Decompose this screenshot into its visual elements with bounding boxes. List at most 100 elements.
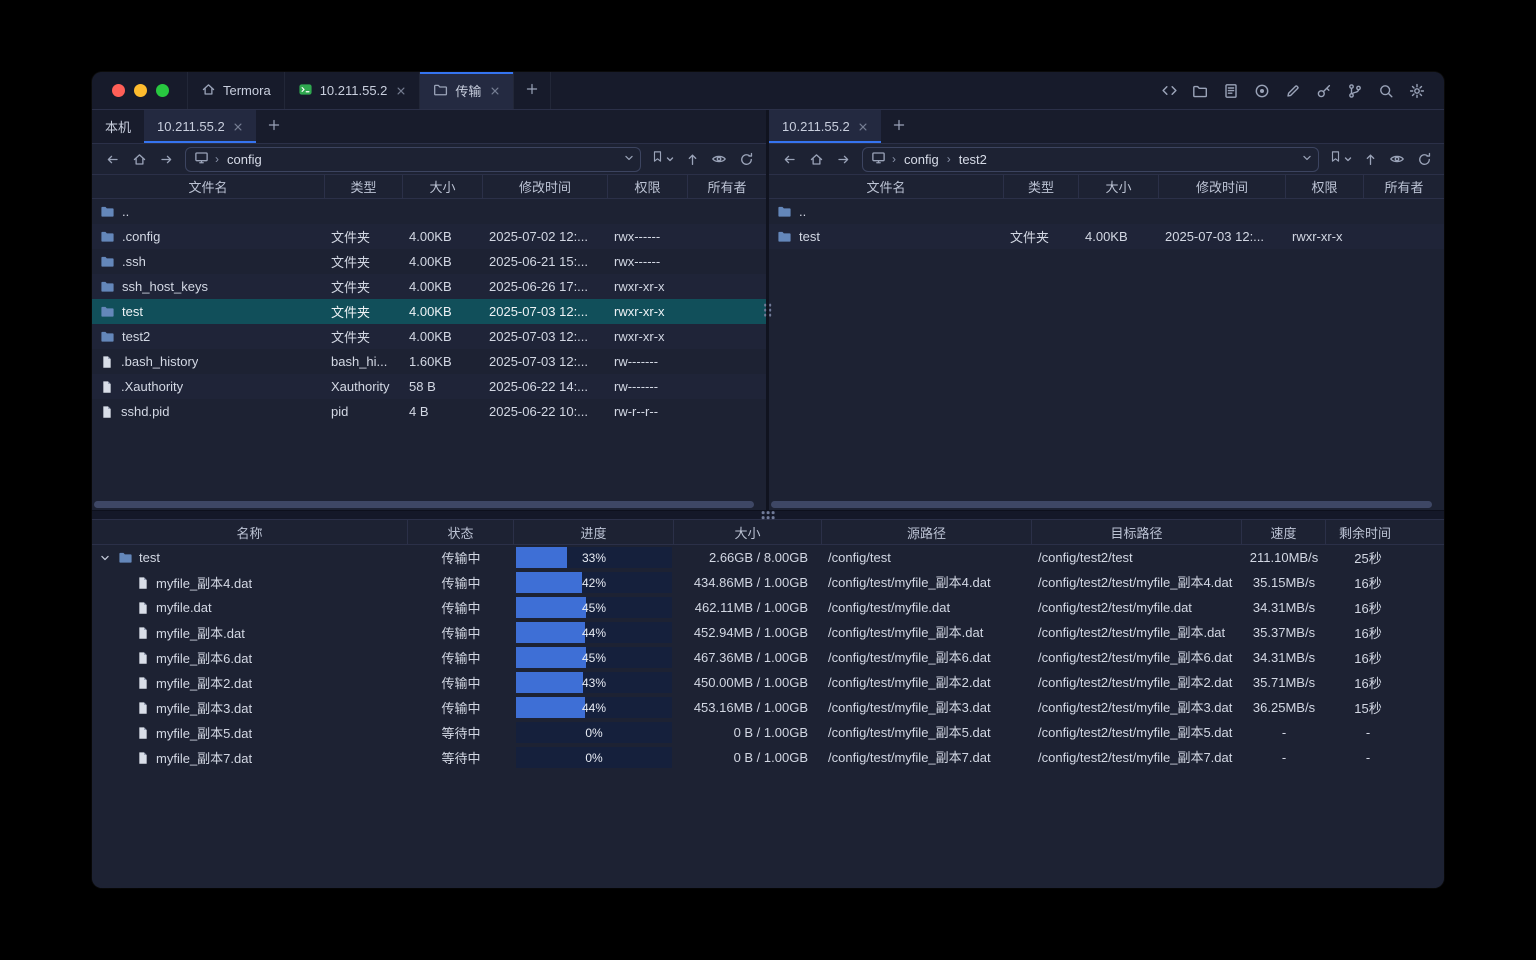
zoom-window-button[interactable] [156, 84, 169, 97]
show-hidden-icon[interactable] [1384, 147, 1410, 171]
file-row[interactable]: test文件夹4.00KB2025-07-03 12:...rwxr-xr-x [92, 299, 766, 324]
record-icon[interactable] [1249, 78, 1275, 104]
transfer-progress-cell: 0% [514, 720, 674, 745]
expand-chevron-icon[interactable] [98, 551, 112, 565]
tab-local-machine[interactable]: 本机 [92, 110, 144, 143]
column-header-size[interactable]: 大小 [674, 520, 822, 544]
forward-icon[interactable] [153, 147, 179, 171]
edit-icon[interactable] [1280, 78, 1306, 104]
close-icon[interactable] [858, 122, 868, 132]
file-row[interactable]: .. [769, 199, 1444, 224]
home-icon[interactable] [803, 147, 829, 171]
file-row[interactable]: .ssh文件夹4.00KB2025-06-21 15:...rwx------ [92, 249, 766, 274]
parent-dir-icon[interactable] [679, 147, 705, 171]
traffic-lights [92, 72, 187, 109]
back-icon[interactable] [776, 147, 802, 171]
column-header-type[interactable]: 类型 [1004, 175, 1079, 198]
column-header-filename[interactable]: 文件名 [769, 175, 1004, 198]
refresh-icon[interactable] [733, 147, 759, 171]
back-icon[interactable] [99, 147, 125, 171]
tab-remote-host[interactable]: 10.211.55.2 [144, 110, 256, 143]
search-icon[interactable] [1373, 78, 1399, 104]
file-row[interactable]: .XauthorityXauthority58 B2025-06-22 14:.… [92, 374, 766, 399]
file-icon [136, 676, 150, 690]
log-icon[interactable] [1218, 78, 1244, 104]
transfer-row[interactable]: myfile_副本.dat传输中44%452.94MB / 1.00GB/con… [92, 620, 1444, 645]
home-icon[interactable] [126, 147, 152, 171]
horizontal-scrollbar[interactable] [771, 501, 1432, 508]
breadcrumb-segment[interactable]: test2 [957, 151, 989, 168]
tab-ssh-session[interactable]: 10.211.55.2 [285, 72, 421, 109]
column-header-filename[interactable]: 文件名 [92, 175, 325, 198]
transfer-row[interactable]: myfile_副本5.dat等待中0%0 B / 1.00GB/config/t… [92, 720, 1444, 745]
column-header-permissions[interactable]: 权限 [1286, 175, 1364, 198]
breadcrumb-segment[interactable]: config [225, 151, 264, 168]
code-icon[interactable] [1156, 78, 1182, 104]
transfer-status-cell: 传输中 [408, 698, 514, 717]
new-file-tab-button[interactable] [881, 110, 917, 143]
show-hidden-icon[interactable] [706, 147, 732, 171]
column-header-speed[interactable]: 速度 [1242, 520, 1326, 544]
close-icon[interactable] [396, 86, 406, 96]
file-row[interactable]: ssh_host_keys文件夹4.00KB2025-06-26 17:...r… [92, 274, 766, 299]
path-bar[interactable]: ›config›test2 [862, 147, 1319, 172]
folder-icon[interactable] [1187, 78, 1213, 104]
close-window-button[interactable] [112, 84, 125, 97]
parent-dir-icon[interactable] [1357, 147, 1383, 171]
column-header-size[interactable]: 大小 [1079, 175, 1159, 198]
column-header-owner[interactable]: 所有者 [1364, 175, 1444, 198]
path-bar[interactable]: ›config [185, 147, 641, 172]
horizontal-splitter[interactable] [92, 510, 1444, 520]
file-row[interactable]: .. [92, 199, 766, 224]
transfer-row[interactable]: myfile_副本3.dat传输中44%453.16MB / 1.00GB/co… [92, 695, 1444, 720]
chevron-down-icon[interactable] [1300, 151, 1314, 168]
column-header-source-path[interactable]: 源路径 [822, 520, 1032, 544]
transfer-source-cell: /config/test/myfile_副本6.dat [822, 645, 1032, 670]
file-icon [136, 601, 150, 615]
column-header-status[interactable]: 状态 [408, 520, 514, 544]
column-header-type[interactable]: 类型 [325, 175, 403, 198]
branch-icon[interactable] [1342, 78, 1368, 104]
column-header-modified[interactable]: 修改时间 [1159, 175, 1286, 198]
settings-icon[interactable] [1404, 78, 1430, 104]
key-icon[interactable] [1311, 78, 1337, 104]
column-header-name[interactable]: 名称 [92, 520, 408, 544]
tab-termora[interactable]: Termora [187, 72, 285, 109]
file-row[interactable]: .config文件夹4.00KB2025-07-02 12:...rwx----… [92, 224, 766, 249]
transfer-row[interactable]: myfile.dat传输中45%462.11MB / 1.00GB/config… [92, 595, 1444, 620]
horizontal-scrollbar[interactable] [94, 501, 754, 508]
file-row[interactable]: sshd.pidpid4 B2025-06-22 10:...rw-r--r-- [92, 399, 766, 424]
breadcrumb-segment[interactable]: config [902, 151, 941, 168]
transfer-row[interactable]: test传输中33%2.66GB / 8.00GB/config/test/co… [92, 545, 1444, 570]
minimize-window-button[interactable] [134, 84, 147, 97]
column-header-size[interactable]: 大小 [403, 175, 483, 198]
tab-transfer[interactable]: 传输 [420, 72, 514, 109]
column-header-modified[interactable]: 修改时间 [483, 175, 608, 198]
bookmark-button[interactable] [1325, 147, 1356, 171]
refresh-icon[interactable] [1411, 147, 1437, 171]
bookmark-button[interactable] [647, 147, 678, 171]
new-file-tab-button[interactable] [256, 110, 292, 143]
transfer-row[interactable]: myfile_副本6.dat传输中45%467.36MB / 1.00GB/co… [92, 645, 1444, 670]
chevron-down-icon[interactable] [622, 151, 636, 168]
file-table-header: 文件名 类型 大小 修改时间 权限 所有者 [92, 174, 766, 199]
close-icon[interactable] [233, 122, 243, 132]
column-header-remaining[interactable]: 剩余时间 [1326, 520, 1444, 544]
progress-label: 0% [516, 747, 672, 768]
tab-remote-host[interactable]: 10.211.55.2 [769, 110, 881, 143]
file-row[interactable]: test文件夹4.00KB2025-07-03 12:...rwxr-xr-x [769, 224, 1444, 249]
close-icon[interactable] [490, 86, 500, 96]
forward-icon[interactable] [830, 147, 856, 171]
transfer-icon [433, 82, 448, 100]
file-row[interactable]: .bash_historybash_hi...1.60KB2025-07-03 … [92, 349, 766, 374]
new-tab-button[interactable] [514, 72, 551, 109]
column-header-permissions[interactable]: 权限 [608, 175, 688, 198]
transfer-row[interactable]: myfile_副本4.dat传输中42%434.86MB / 1.00GB/co… [92, 570, 1444, 595]
column-header-progress[interactable]: 进度 [514, 520, 674, 544]
transfer-progress-cell: 43% [514, 670, 674, 695]
column-header-owner[interactable]: 所有者 [688, 175, 766, 198]
file-row[interactable]: test2文件夹4.00KB2025-07-03 12:...rwxr-xr-x [92, 324, 766, 349]
transfer-row[interactable]: myfile_副本7.dat等待中0%0 B / 1.00GB/config/t… [92, 745, 1444, 770]
transfer-row[interactable]: myfile_副本2.dat传输中43%450.00MB / 1.00GB/co… [92, 670, 1444, 695]
column-header-target-path[interactable]: 目标路径 [1032, 520, 1242, 544]
